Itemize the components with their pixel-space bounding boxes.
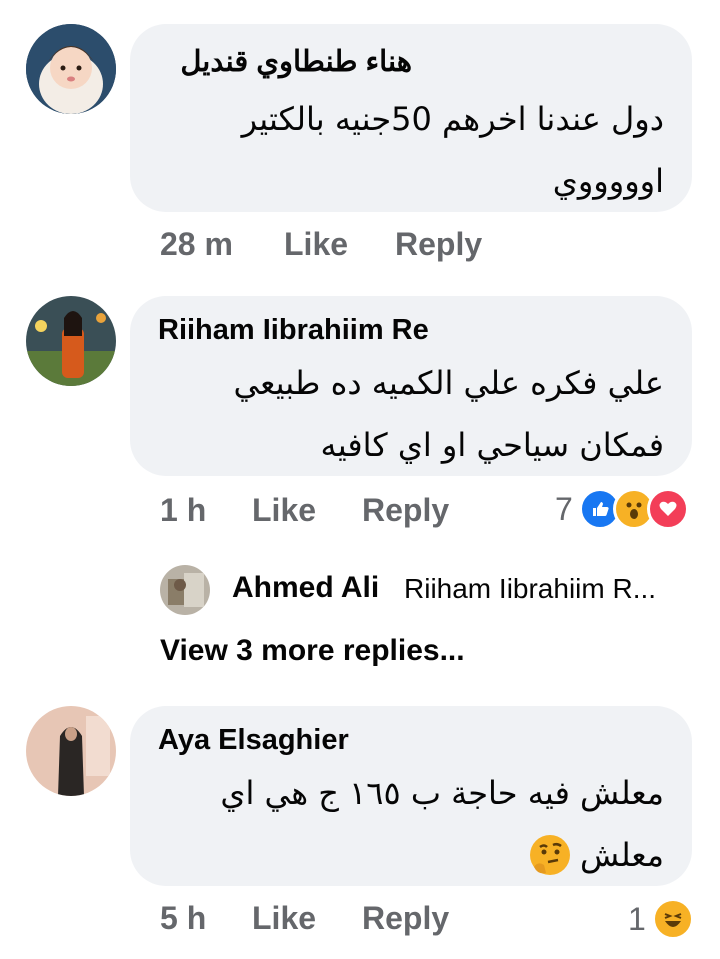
- reply-button[interactable]: Reply: [362, 492, 449, 529]
- comment-text: علي فكره علي الكميه ده طبيعي فمكان سياحي…: [234, 352, 665, 476]
- view-more-replies-link[interactable]: View 3 more replies...: [160, 634, 465, 668]
- reply-button[interactable]: Reply: [362, 900, 449, 937]
- woman-photo-icon: [26, 706, 116, 796]
- comment-timestamp[interactable]: 5 h: [160, 900, 206, 937]
- love-icon: [646, 488, 689, 530]
- comment-line-text: معلش: [580, 836, 664, 874]
- reply-text: Riiham Iibrahiim R...: [404, 573, 657, 604]
- avatar: [160, 565, 210, 615]
- comment-actions: 28 m Like Reply: [0, 226, 720, 270]
- reply-author[interactable]: Ahmed Ali: [232, 571, 379, 605]
- avatar[interactable]: [26, 296, 116, 386]
- comment-author[interactable]: Aya Elsaghier: [158, 724, 349, 757]
- comment-text: معلش فيه حاجة ب ١٦٥ ج هي اي معلش: [220, 762, 664, 886]
- avatar[interactable]: [26, 706, 116, 796]
- comment-text: دول عندنا اخرهم 50جنيه بالكتير اوووووي: [242, 88, 664, 212]
- baby-photo-icon: [26, 24, 116, 114]
- comment-author[interactable]: هناء طنطاوي قنديل: [180, 44, 412, 79]
- comment-timestamp[interactable]: 28 m: [160, 226, 233, 263]
- reaction-summary[interactable]: 1: [628, 898, 694, 940]
- like-button[interactable]: Like: [252, 492, 316, 529]
- comment-line: اوووووي: [552, 162, 664, 200]
- avatar[interactable]: [26, 24, 116, 114]
- comment-author[interactable]: Riiham Iibrahiim Re: [158, 314, 429, 347]
- reaction-count: 7: [555, 490, 573, 527]
- haha-icon: [651, 898, 694, 940]
- reply-button[interactable]: Reply: [395, 226, 482, 263]
- thinking-face-icon: [530, 835, 571, 875]
- comment-line: معلش فيه حاجة ب ١٦٥ ج هي اي: [220, 774, 664, 812]
- reaction-count: 1: [628, 900, 646, 937]
- comment-bubble: Riiham Iibrahiim Re علي فكره علي الكميه …: [130, 296, 692, 476]
- reaction-summary[interactable]: 7: [555, 488, 689, 530]
- comment-line: دول عندنا اخرهم 50جنيه بالكتير: [241, 100, 664, 138]
- comment-bubble: Aya Elsaghier معلش فيه حاجة ب ١٦٥ ج هي ا…: [130, 706, 692, 886]
- comment-actions: 5 h Like Reply: [0, 900, 720, 944]
- man-photo-icon: [160, 565, 210, 615]
- comment-bubble: هناء طنطاوي قنديل دول عندنا اخرهم 50جنيه…: [130, 24, 692, 212]
- comment-line: فمكان سياحي او اي كافيه: [320, 426, 664, 464]
- comment-timestamp[interactable]: 1 h: [160, 492, 206, 529]
- like-button[interactable]: Like: [252, 900, 316, 937]
- comment-line: معلش: [220, 824, 664, 886]
- reply-preview[interactable]: Ahmed Ali Riiham Iibrahiim R...: [160, 565, 700, 615]
- woman-photo-icon: [26, 296, 116, 386]
- like-button[interactable]: Like: [284, 226, 348, 263]
- comment-line: علي فكره علي الكميه ده طبيعي: [233, 364, 665, 402]
